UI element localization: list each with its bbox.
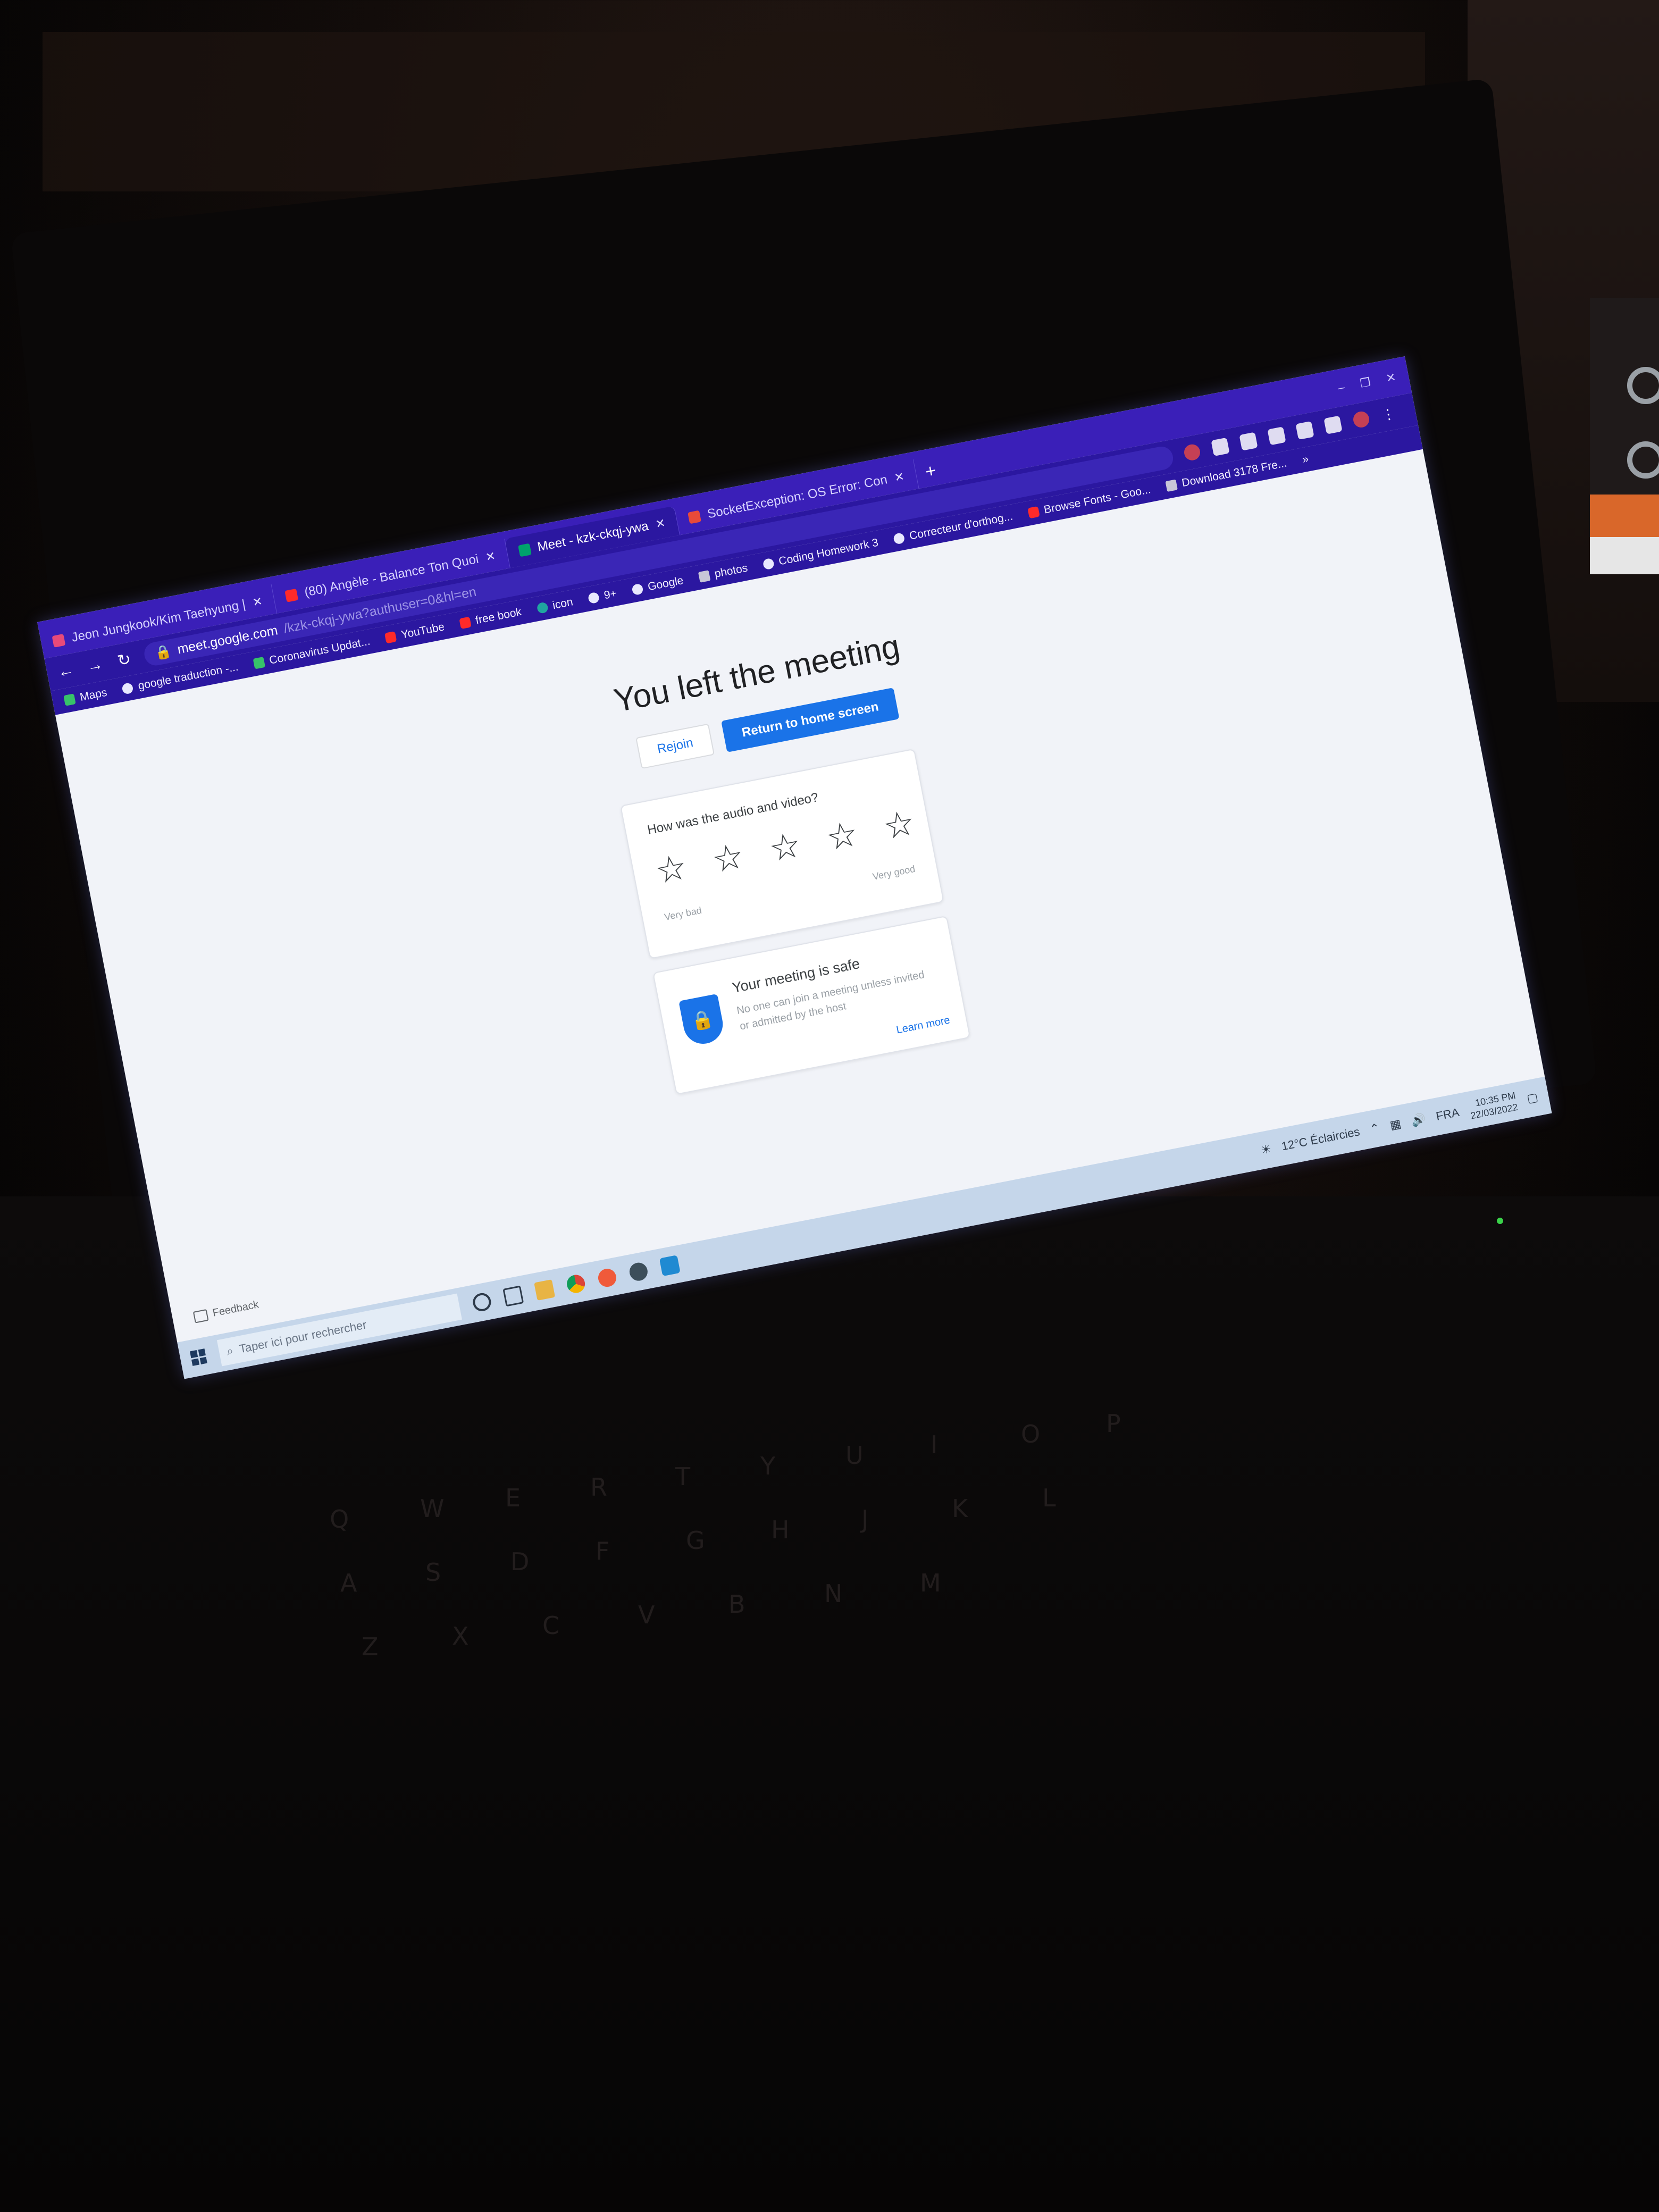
search-icon: ⌕ (225, 1344, 234, 1358)
youtube-icon (284, 588, 299, 602)
bookmark-label: icon (551, 596, 574, 612)
bookmark-label: YouTube (400, 621, 446, 641)
task-view-icon[interactable] (502, 1285, 524, 1307)
bookmark-label: Maps (79, 686, 108, 704)
star-icon[interactable]: ☆ (652, 847, 690, 891)
bookmark-label: free book (474, 606, 523, 627)
chevron-up-icon[interactable]: ⌃ (1369, 1121, 1381, 1136)
tab-favicon (688, 510, 702, 524)
power-led (1497, 1218, 1503, 1224)
close-window-button[interactable]: ✕ (1385, 370, 1397, 386)
shield-lock-icon: 🔒 (678, 993, 726, 1048)
close-icon[interactable]: ✕ (252, 594, 264, 610)
language-indicator[interactable]: FRA (1435, 1105, 1460, 1124)
app-icon[interactable] (627, 1261, 649, 1283)
cortana-icon[interactable] (471, 1291, 493, 1313)
vscode-icon[interactable] (659, 1255, 681, 1277)
bookmark-label: photos (713, 562, 749, 581)
globe-icon (893, 532, 906, 545)
share-icon[interactable] (1211, 437, 1230, 456)
feedback-label: Feedback (211, 1298, 260, 1319)
feedback-button[interactable]: Feedback (192, 1298, 260, 1323)
meet-icon (517, 543, 532, 557)
close-icon[interactable]: ✕ (655, 516, 667, 531)
close-icon[interactable]: ✕ (893, 470, 906, 485)
globe-icon (762, 557, 775, 571)
youtube-icon (384, 631, 397, 644)
close-icon[interactable]: ✕ (484, 549, 497, 565)
maps-icon (63, 693, 76, 706)
tab-favicon (52, 634, 66, 648)
back-icon[interactable]: ← (55, 661, 77, 682)
network-icon[interactable]: ▦ (1389, 1117, 1402, 1132)
globe-icon (587, 591, 600, 605)
star-icon[interactable]: ☆ (823, 814, 861, 858)
browser-app-icon[interactable] (597, 1267, 618, 1289)
forward-icon[interactable]: → (85, 655, 106, 676)
bookmark-item[interactable]: Google (631, 574, 685, 597)
globe-icon (121, 682, 135, 695)
rating-low-label: Very bad (663, 904, 703, 923)
feedback-icon (192, 1309, 209, 1323)
bookmark-label: 9+ (602, 587, 618, 602)
learn-more-link[interactable]: Learn more (895, 1014, 951, 1036)
weather-text[interactable]: 12°C Éclaircies (1280, 1125, 1361, 1153)
return-home-button[interactable]: Return to home screen (721, 688, 900, 752)
sidepanel-icon[interactable] (1323, 415, 1343, 434)
bookmark-item[interactable]: icon (536, 596, 574, 615)
star-icon[interactable]: ☆ (880, 802, 918, 847)
file-explorer-icon[interactable] (534, 1279, 556, 1301)
reload-icon[interactable]: ↻ (114, 649, 135, 671)
star-icon[interactable]: ☆ (709, 835, 747, 880)
book-icon (459, 616, 472, 630)
puzzle-icon[interactable] (1267, 426, 1286, 445)
orange-app-icon (1590, 495, 1659, 537)
chrome-icon[interactable] (565, 1273, 587, 1295)
star-icon[interactable] (1239, 432, 1258, 451)
weather-icon: ☀ (1259, 1142, 1272, 1157)
folder-icon (698, 570, 711, 583)
rejoin-button[interactable]: Rejoin (635, 723, 715, 769)
google-fonts-icon (1027, 506, 1040, 519)
windows-start-icon (1590, 537, 1659, 574)
folder-icon (1165, 479, 1178, 492)
volume-icon[interactable]: 🔊 (1410, 1112, 1427, 1128)
lock-icon: 🔒 (153, 643, 173, 661)
bookmark-item[interactable]: 9+ (587, 587, 618, 605)
green-box-icon (253, 657, 265, 669)
bookmark-item[interactable]: photos (698, 562, 749, 583)
reading-list-icon[interactable] (1295, 421, 1314, 440)
clock[interactable]: 10:35 PM 22/03/2022 (1468, 1090, 1519, 1121)
teal-icon (536, 601, 549, 614)
star-icon[interactable]: ☆ (766, 824, 804, 869)
notification-icon[interactable]: ▢ (1526, 1090, 1539, 1105)
bookmark-item[interactable]: Maps (63, 686, 108, 707)
bookmark-label: Google (647, 574, 685, 593)
minimize-button[interactable]: – (1337, 380, 1346, 395)
maximize-button[interactable]: ❐ (1359, 375, 1372, 390)
bookmarks-overflow-button[interactable]: » (1301, 453, 1310, 466)
menu-icon[interactable]: ⋮ (1380, 405, 1396, 423)
windows-start-icon[interactable] (189, 1348, 207, 1366)
extension-icon[interactable] (1183, 442, 1202, 462)
rating-high-label: Very good (872, 863, 916, 882)
google-icon (631, 583, 644, 596)
avatar[interactable] (1352, 409, 1371, 429)
